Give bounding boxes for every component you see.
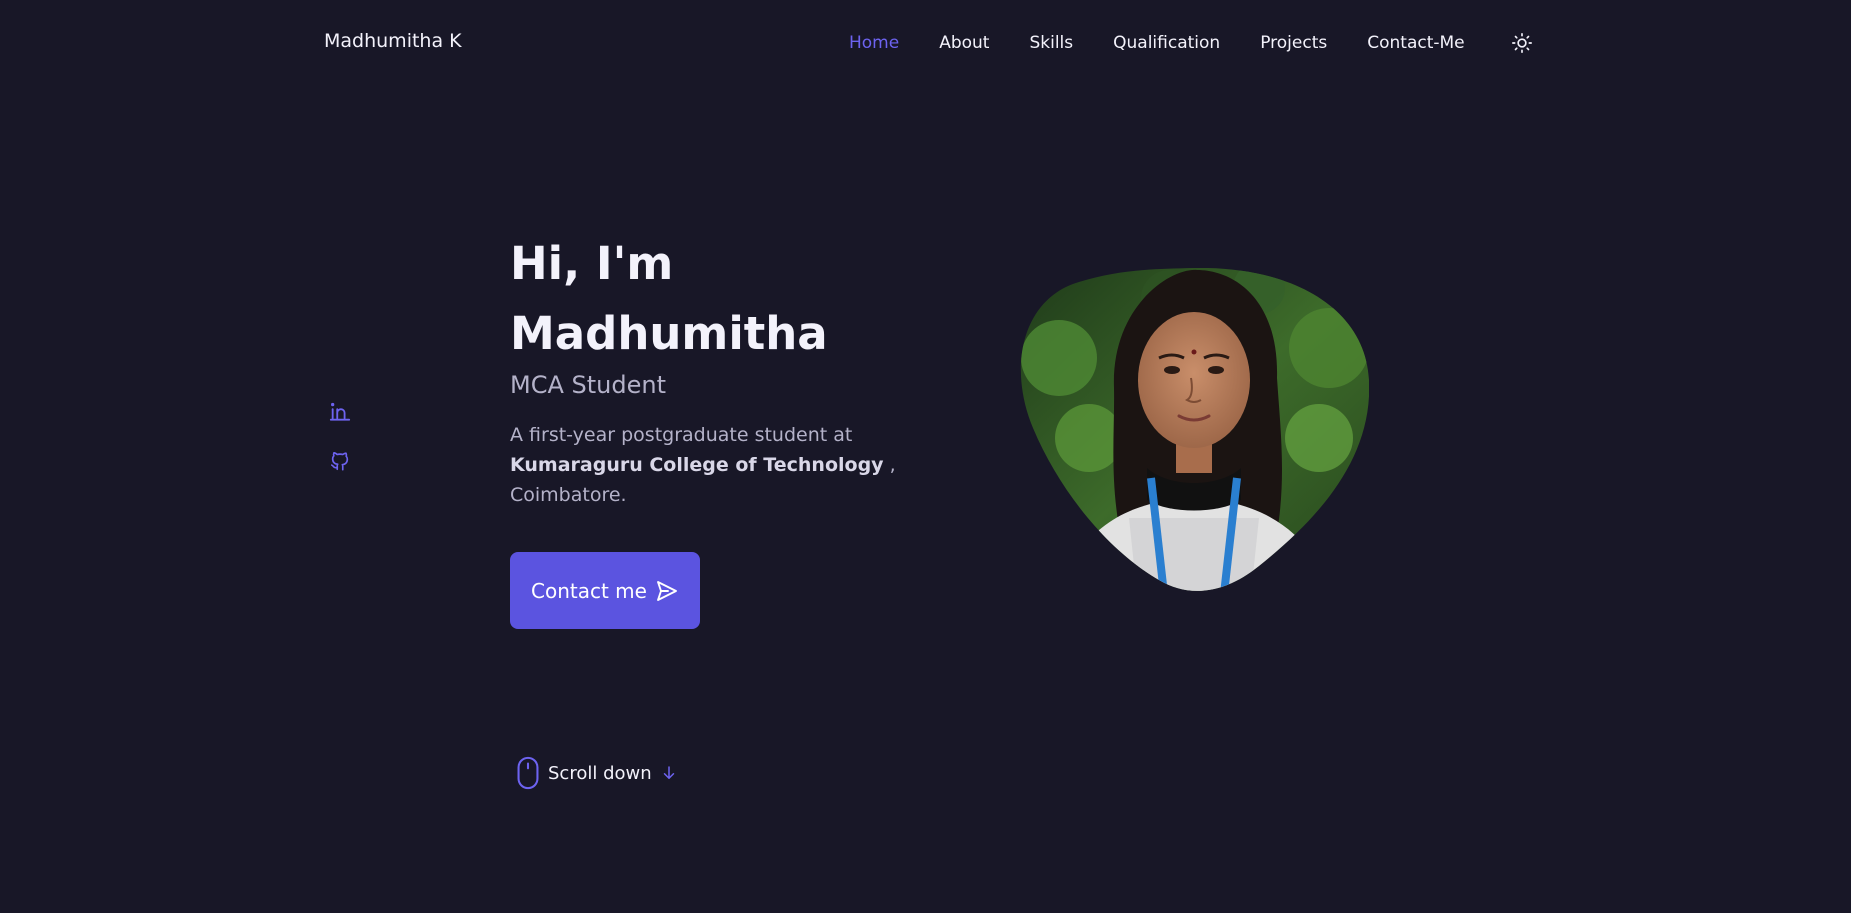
arrow-down-icon [663,766,674,779]
social-links [329,400,351,472]
hero-subtitle: MCA Student [510,371,666,399]
github-icon [330,452,349,471]
hero-desc-prefix: A first-year postgraduate student at [510,424,853,446]
contact-me-button[interactable]: Contact me [510,552,700,629]
hero-description: A first-year postgraduate student at Kum… [510,420,930,510]
mouse-icon [517,756,539,790]
linkedin-link[interactable] [329,400,351,422]
main-nav: Home About Skills Qualification Projects… [849,30,1532,56]
hero-name: Madhumitha [510,307,828,360]
brand-logo[interactable]: Madhumitha K [324,30,462,52]
nav-projects[interactable]: Projects [1260,30,1327,56]
github-link[interactable] [329,450,351,472]
nav-qualification[interactable]: Qualification [1113,30,1220,56]
hero-title: Hi, I'm Madhumitha [510,229,828,369]
nav-skills[interactable]: Skills [1029,30,1073,56]
nav-about[interactable]: About [939,30,989,56]
nav-home[interactable]: Home [849,30,899,56]
scroll-down-link[interactable]: Scroll down [516,756,678,790]
profile-photo [1020,268,1369,591]
linkedin-icon [329,402,351,421]
page: Madhumitha K Home About Skills Qualifica… [0,0,1851,913]
send-icon [657,580,677,601]
nav-contact[interactable]: Contact-Me [1367,30,1464,56]
sun-icon[interactable] [1511,32,1533,54]
contact-me-label: Contact me [531,578,647,603]
hero-desc-college: Kumaraguru College of Technology [510,454,884,476]
hero-greeting: Hi, I'm [510,237,674,290]
scroll-down-label: Scroll down [548,762,652,784]
